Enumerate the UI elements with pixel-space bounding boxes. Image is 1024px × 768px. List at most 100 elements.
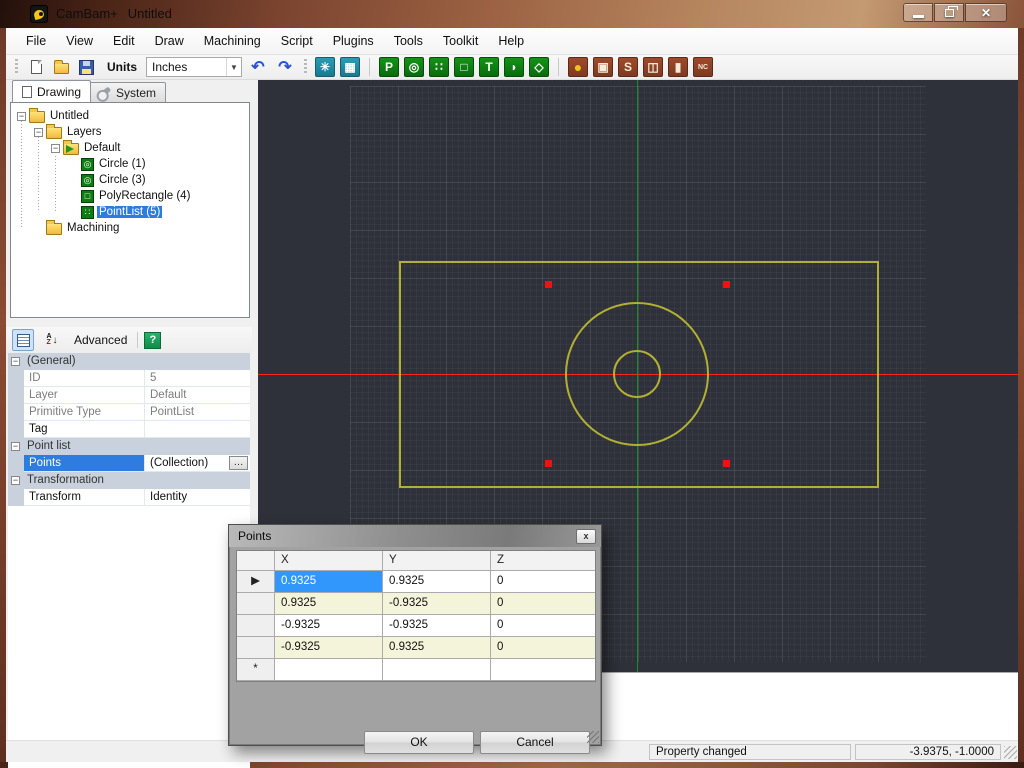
tree-item-default-layer[interactable]: − Default [51, 140, 122, 156]
menu-toolkit[interactable]: Toolkit [433, 28, 488, 54]
point-entity[interactable] [723, 281, 730, 288]
circle-entity-small[interactable] [613, 350, 661, 398]
cell-empty[interactable] [491, 659, 595, 681]
tree-item-pointlist-5[interactable]: ∷ PointList (5) [81, 204, 162, 220]
machine-drill-button[interactable]: ● [568, 57, 588, 77]
tree-item-machining[interactable]: Machining [34, 220, 121, 236]
advanced-button[interactable]: Advanced [70, 333, 131, 347]
cell[interactable]: 0.9325 [383, 571, 491, 593]
draw-text-button[interactable]: T [479, 57, 499, 77]
property-row-tag[interactable]: Tag [8, 421, 250, 438]
cell-empty[interactable] [275, 659, 383, 681]
window-resize-grip[interactable] [1004, 746, 1017, 759]
property-category-point-list[interactable]: − Point list [8, 438, 250, 455]
property-value[interactable] [145, 421, 250, 438]
title-bar[interactable]: CamBam+Untitled ✕ [0, 0, 1024, 28]
cell-selected[interactable]: 0.9325 [275, 571, 383, 593]
tree-item-polyrectangle-4[interactable]: □ PolyRectangle (4) [81, 188, 192, 204]
collection-editor-button[interactable]: … [229, 456, 248, 470]
categorized-view-button[interactable] [12, 329, 34, 351]
tree-item-circle-3[interactable]: ◎ Circle (3) [81, 172, 148, 188]
grid-toggle-button[interactable]: ▦ [340, 57, 360, 77]
units-combobox[interactable]: Inches ▼ [146, 57, 242, 77]
point-entity[interactable] [545, 460, 552, 467]
help-button[interactable]: ? [144, 332, 161, 349]
cell[interactable]: -0.9325 [383, 593, 491, 615]
collapse-icon[interactable]: − [34, 128, 43, 137]
cancel-button[interactable]: Cancel [480, 731, 590, 754]
property-row-id[interactable]: ID 5 [8, 370, 250, 387]
column-header-y[interactable]: Y [383, 551, 491, 571]
draw-polyline-button[interactable]: P [379, 57, 399, 77]
alphabetical-sort-button[interactable]: A Z ↓ [40, 329, 64, 351]
column-header-x[interactable]: X [275, 551, 383, 571]
cell-empty[interactable] [383, 659, 491, 681]
redo-button[interactable]: ↷ [274, 57, 296, 77]
tab-drawing[interactable]: Drawing [12, 80, 91, 102]
dialog-title-bar[interactable]: Points x [229, 525, 601, 547]
draw-arc-button[interactable]: ◗ [504, 57, 524, 77]
menu-machining[interactable]: Machining [194, 28, 271, 54]
new-file-button[interactable] [26, 57, 46, 77]
machine-profile-button[interactable]: ◫ [643, 57, 663, 77]
collapse-icon[interactable]: − [11, 357, 20, 366]
machine-engrave-button[interactable]: S [618, 57, 638, 77]
menu-edit[interactable]: Edit [103, 28, 145, 54]
cell[interactable]: 0 [491, 637, 595, 659]
machine-pocket-button[interactable]: ▣ [593, 57, 613, 77]
menu-tools[interactable]: Tools [384, 28, 433, 54]
cell[interactable]: -0.9325 [275, 615, 383, 637]
open-file-button[interactable] [51, 57, 71, 77]
menu-help[interactable]: Help [488, 28, 534, 54]
cell[interactable]: 0 [491, 615, 595, 637]
draw-surface-button[interactable]: ◇ [529, 57, 549, 77]
row-header[interactable] [237, 615, 275, 637]
property-row-transform[interactable]: Transform Identity [8, 489, 250, 506]
row-header[interactable] [237, 593, 275, 615]
property-row-points[interactable]: Points (Collection) … [8, 455, 250, 472]
toolbar-grip[interactable] [15, 59, 18, 75]
machine-lathe-button[interactable]: ▮ [668, 57, 688, 77]
property-row-primitive-type[interactable]: Primitive Type PointList [8, 404, 250, 421]
cell[interactable]: 0.9325 [275, 593, 383, 615]
draw-pointlist-button[interactable]: ∷ [429, 57, 449, 77]
cell[interactable]: -0.9325 [383, 615, 491, 637]
property-category-transformation[interactable]: − Transformation [8, 472, 250, 489]
machine-ncfile-button[interactable]: NC [693, 57, 713, 77]
cell[interactable]: 0 [491, 593, 595, 615]
menu-plugins[interactable]: Plugins [323, 28, 384, 54]
current-row-marker[interactable]: ▶ [237, 571, 275, 593]
maximize-button[interactable] [934, 3, 964, 22]
menu-view[interactable]: View [56, 28, 103, 54]
property-row-layer[interactable]: Layer Default [8, 387, 250, 404]
property-value[interactable]: Identity [145, 489, 250, 506]
collapse-icon[interactable]: − [17, 112, 26, 121]
tree-item-layers[interactable]: − Layers [34, 124, 104, 140]
collapse-icon[interactable]: − [11, 442, 20, 451]
draw-circle-button[interactable]: ◎ [404, 57, 424, 77]
draw-rectangle-button[interactable]: □ [454, 57, 474, 77]
tree-item-circle-1[interactable]: ◎ Circle (1) [81, 156, 148, 172]
horizontal-splitter[interactable] [10, 318, 250, 327]
snap-points-button[interactable]: ✳ [315, 57, 335, 77]
menu-file[interactable]: File [16, 28, 56, 54]
tab-system[interactable]: System [88, 82, 166, 102]
column-header-z[interactable]: Z [491, 551, 595, 571]
menu-script[interactable]: Script [271, 28, 323, 54]
toolbar-grip[interactable] [304, 59, 307, 75]
property-category-general[interactable]: − (General) [8, 353, 250, 370]
tree-item-untitled[interactable]: − Untitled [17, 108, 91, 124]
collapse-icon[interactable]: − [11, 476, 20, 485]
new-row-marker[interactable]: * [237, 659, 275, 681]
undo-button[interactable]: ↶ [247, 57, 269, 77]
dialog-close-button[interactable]: x [576, 529, 596, 544]
cell[interactable]: 0 [491, 571, 595, 593]
dropdown-arrow-icon[interactable]: ▼ [226, 58, 241, 76]
point-entity[interactable] [723, 460, 730, 467]
close-button[interactable]: ✕ [965, 3, 1007, 22]
dialog-resize-grip[interactable] [587, 731, 599, 743]
cell[interactable]: 0.9325 [383, 637, 491, 659]
collapse-icon[interactable]: − [51, 144, 60, 153]
ok-button[interactable]: OK [364, 731, 474, 754]
minimize-button[interactable] [903, 3, 933, 22]
